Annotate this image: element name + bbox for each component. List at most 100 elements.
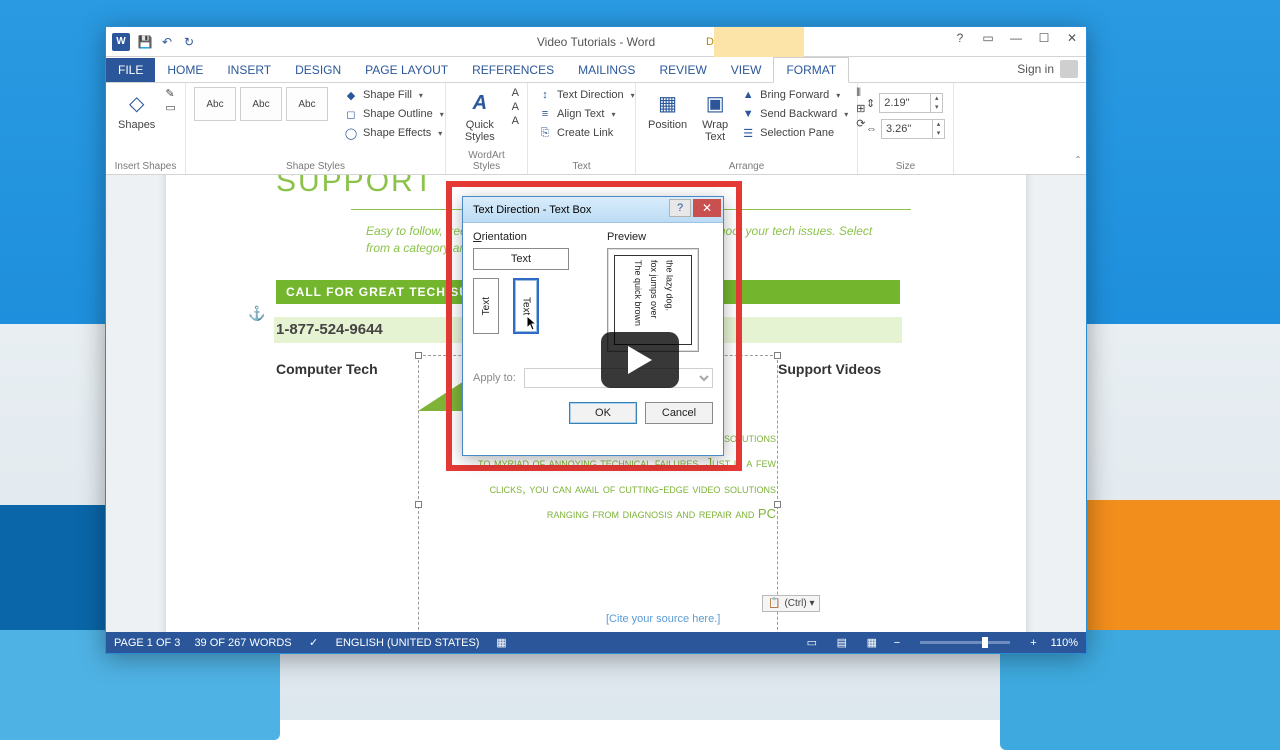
page-title: SUPPORT — [276, 175, 434, 199]
effects-icon: ◯ — [344, 126, 358, 140]
label: Create Link — [557, 127, 613, 139]
wrap-text-button[interactable]: ▣Wrap Text — [697, 87, 733, 145]
width-input[interactable]: 3.26"▴▾ — [881, 119, 945, 139]
zoom-thumb[interactable] — [982, 637, 988, 648]
sign-in-label: Sign in — [1017, 62, 1054, 76]
read-mode-icon[interactable]: ▭ — [804, 636, 820, 650]
wrap-icon: ▣ — [701, 89, 729, 117]
label: Shape Effects — [363, 127, 431, 139]
tab-format[interactable]: FORMAT — [773, 57, 849, 83]
macro-icon[interactable]: ▦ — [493, 636, 509, 650]
help-button[interactable]: ? — [946, 27, 974, 49]
position-button[interactable]: ▦Position — [644, 87, 691, 133]
tab-review[interactable]: REVIEW — [647, 58, 718, 82]
outline-icon: ◻ — [344, 107, 358, 121]
quick-styles-button[interactable]: A Quick Styles — [454, 87, 506, 145]
collapse-ribbon-button[interactable]: ˆ — [1070, 83, 1086, 174]
undo-icon[interactable]: ↶ — [160, 35, 174, 49]
tab-references[interactable]: REFERENCES — [460, 58, 566, 82]
contextual-tab-bg — [714, 27, 804, 57]
language[interactable]: ENGLISH (UNITED STATES) — [336, 637, 480, 649]
create-link-button[interactable]: ⎘Create Link — [536, 125, 637, 141]
paste-options-button[interactable]: 📋(Ctrl) ▾ — [762, 595, 820, 612]
tab-view[interactable]: VIEW — [719, 58, 774, 82]
close-button[interactable]: ✕ — [1058, 27, 1086, 49]
dialog-help-button[interactable]: ? — [669, 199, 691, 217]
ribbon: ◇ Shapes ✎ ▭ Insert Shapes Abc Abc Abc ◆… — [106, 83, 1086, 175]
word-icon: W — [112, 33, 130, 51]
bring-forward-button[interactable]: ▲Bring Forward▾ — [739, 87, 850, 103]
height-input[interactable]: 2.19"▴▾ — [879, 93, 943, 113]
save-icon[interactable]: 💾 — [138, 35, 152, 49]
label: Selection Pane — [760, 127, 834, 139]
page-indicator[interactable]: PAGE 1 OF 3 — [114, 637, 180, 649]
tab-page-layout[interactable]: PAGE LAYOUT — [353, 58, 460, 82]
text-fill-icon[interactable]: A — [512, 87, 519, 99]
preview-line: the lazy dog. — [663, 260, 675, 311]
shape-fill-button[interactable]: ◆Shape Fill▾ — [342, 87, 446, 103]
text-direction-button[interactable]: ↕Text Direction▾ — [536, 87, 637, 103]
tab-mailings[interactable]: MAILINGS — [566, 58, 647, 82]
ribbon-display-button[interactable]: ▭ — [974, 27, 1002, 49]
video-play-button[interactable] — [601, 332, 679, 388]
label: Send Backward — [760, 108, 837, 120]
textbox-icon[interactable]: ▭ — [165, 101, 175, 114]
web-layout-icon[interactable]: ▦ — [864, 636, 880, 650]
height-value: 2.19" — [880, 97, 930, 109]
print-layout-icon[interactable]: ▤ — [834, 636, 850, 650]
dialog-title: Text Direction - Text Box — [473, 204, 591, 216]
dialog-close-button[interactable]: ✕ — [693, 199, 721, 217]
width-icon: ⇔ — [866, 123, 877, 135]
orientation-vertical-down[interactable]: Text — [513, 278, 539, 334]
titlebar[interactable]: W 💾 ↶ ↻ Video Tutorials - Word DRAWING T… — [106, 27, 1086, 57]
shape-effects-button[interactable]: ◯Shape Effects▾ — [342, 125, 446, 141]
dialog-titlebar[interactable]: Text Direction - Text Box ? ✕ — [463, 197, 723, 223]
selection-pane-button[interactable]: ☰Selection Pane — [739, 125, 850, 141]
edit-shape-icon[interactable]: ✎ — [165, 87, 175, 100]
tab-design[interactable]: DESIGN — [283, 58, 353, 82]
cancel-button[interactable]: Cancel — [645, 402, 713, 424]
word-count[interactable]: 39 OF 267 WORDS — [194, 637, 291, 649]
send-backward-button[interactable]: ▼Send Backward▾ — [739, 106, 850, 122]
zoom-out-button[interactable]: − — [894, 637, 900, 649]
style-sample[interactable]: Abc — [240, 87, 282, 121]
label: Quick Styles — [458, 119, 502, 143]
tab-insert[interactable]: INSERT — [215, 58, 283, 82]
text-outline-icon[interactable]: A — [512, 101, 519, 113]
group-label: Size — [866, 159, 945, 172]
maximize-button[interactable]: ☐ — [1030, 27, 1058, 49]
align-text-icon: ≡ — [538, 107, 552, 121]
position-icon: ▦ — [654, 89, 682, 117]
tab-file[interactable]: FILE — [106, 58, 155, 82]
resize-handle[interactable] — [774, 352, 781, 359]
phone-number: 1-877-524-9644 — [276, 321, 383, 338]
text-effects-icon[interactable]: A — [512, 115, 519, 127]
sign-in[interactable]: Sign in — [1017, 60, 1078, 78]
label: Shape Outline — [363, 108, 433, 120]
orientation-vertical-up[interactable]: Text — [473, 278, 499, 334]
group-size: ⇕2.19"▴▾ ⇔3.26"▴▾ Size — [858, 83, 954, 174]
align-text-button[interactable]: ≡Align Text▾ — [536, 106, 637, 122]
minimize-button[interactable]: — — [1002, 27, 1030, 49]
ribbon-tabs: FILE HOME INSERT DESIGN PAGE LAYOUT REFE… — [106, 57, 1086, 83]
orientation-horizontal[interactable]: Text — [473, 248, 569, 270]
label: Text Direction — [557, 89, 624, 101]
resize-handle[interactable] — [415, 352, 422, 359]
apply-to-label: Apply to: — [473, 372, 516, 384]
style-sample[interactable]: Abc — [286, 87, 328, 121]
group-arrange: ▦Position ▣Wrap Text ▲Bring Forward▾ ▼Se… — [636, 83, 858, 174]
preview-line: The quick brown — [631, 260, 643, 326]
group-shape-styles: Abc Abc Abc ◆Shape Fill▾ ◻Shape Outline▾… — [186, 83, 446, 174]
resize-handle[interactable] — [415, 501, 422, 508]
zoom-in-button[interactable]: + — [1030, 637, 1036, 649]
ok-button[interactable]: OK — [569, 402, 637, 424]
tab-home[interactable]: HOME — [155, 58, 215, 82]
shapes-button[interactable]: ◇ Shapes — [114, 87, 159, 133]
spellcheck-icon[interactable]: ✓ — [306, 636, 322, 650]
text-direction-icon: ↕ — [538, 88, 552, 102]
redo-icon[interactable]: ↻ — [182, 35, 196, 49]
zoom-level[interactable]: 110% — [1051, 637, 1078, 649]
shape-outline-button[interactable]: ◻Shape Outline▾ — [342, 106, 446, 122]
zoom-slider[interactable] — [920, 641, 1010, 644]
style-sample[interactable]: Abc — [194, 87, 236, 121]
